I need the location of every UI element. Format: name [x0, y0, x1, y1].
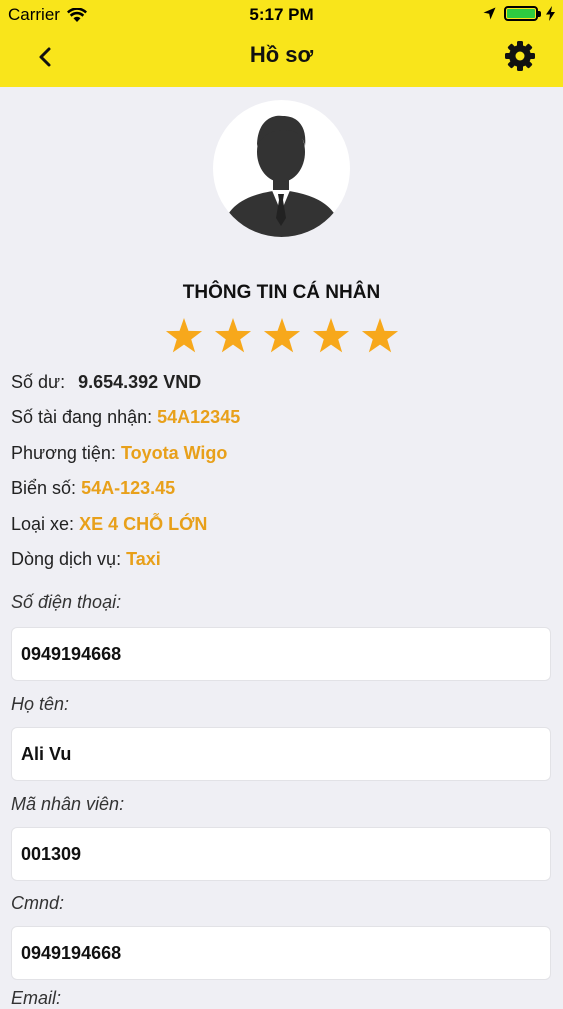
email-label: Email:	[11, 988, 62, 1008]
battery-level	[507, 9, 535, 18]
driver-code-value: 54A12345	[157, 407, 241, 428]
header-bar: Carrier 5:17 PM Hồ sơ	[0, 0, 563, 87]
section-title: THÔNG TIN CÁ NHÂN	[182, 282, 381, 303]
employee-id-field[interactable]: 001309	[11, 827, 551, 881]
id-card-field[interactable]: 0949194668	[11, 926, 551, 980]
battery-icon	[504, 6, 541, 21]
star-icon	[214, 318, 252, 353]
status-bar: Carrier 5:17 PM	[0, 0, 563, 30]
user-avatar-icon	[221, 115, 342, 237]
status-right	[483, 6, 555, 21]
id-card-label: Cmnd:	[11, 893, 65, 913]
info-row-plate: Biển số: 54A-123.45	[11, 476, 551, 511]
gear-icon	[505, 41, 535, 71]
phone-field[interactable]: 0949194668	[11, 627, 551, 681]
star-icon	[361, 318, 399, 353]
vehicle-label: Phương tiện:	[11, 442, 116, 463]
avatar[interactable]	[213, 100, 350, 237]
page-title: Hồ sơ	[249, 42, 314, 67]
settings-button[interactable]	[504, 40, 536, 72]
driver-code-label: Số tài đang nhận:	[11, 407, 153, 428]
charging-bolt-icon	[546, 6, 555, 21]
rating-stars	[164, 316, 400, 360]
location-arrow-icon	[483, 7, 496, 20]
name-label: Họ tên:	[11, 694, 70, 714]
info-row-car-type: Loại xe: XE 4 CHỖ LỚN	[11, 512, 551, 547]
plate-value: 54A-123.45	[81, 478, 176, 499]
employee-id-label: Mã nhân viên:	[11, 794, 125, 814]
star-icon	[312, 318, 350, 353]
vehicle-value: Toyota Wigo	[120, 442, 228, 463]
info-row-vehicle: Phương tiện: Toyota Wigo	[11, 441, 551, 476]
info-row-driver-code: Số tài đang nhận: 54A12345	[11, 405, 551, 440]
phone-label: Số điện thoại:	[11, 592, 122, 612]
balance-label: Số dư:	[11, 372, 66, 392]
car-type-value: XE 4 CHỖ LỚN	[79, 513, 208, 534]
star-icon	[263, 318, 301, 353]
balance-value: 9.654.392 VND	[78, 372, 202, 392]
plate-label: Biển số:	[11, 478, 77, 499]
name-field[interactable]: Ali Vu	[11, 727, 551, 781]
star-icon	[165, 318, 203, 353]
service-label: Dòng dịch vụ:	[11, 548, 122, 569]
info-row-balance: Số dư: 9.654.392 VND	[11, 370, 551, 405]
service-value: Taxi	[126, 548, 161, 569]
status-time: 5:17 PM	[249, 5, 314, 24]
car-type-label: Loại xe:	[11, 513, 75, 534]
info-row-service: Dòng dịch vụ: Taxi	[11, 547, 551, 582]
info-list: Số dư: 9.654.392 VND Số tài đang nhận: 5…	[11, 370, 551, 582]
